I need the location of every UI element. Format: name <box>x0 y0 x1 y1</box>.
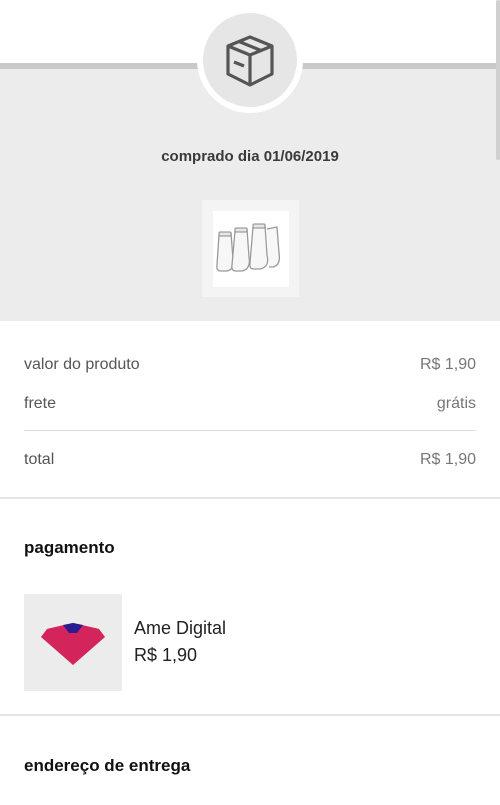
shipping-label: frete <box>24 395 57 412</box>
shipping-row: frete grátis <box>24 395 476 413</box>
product-image[interactable] <box>202 200 299 297</box>
purchase-date: comprado dia 01/06/2019 <box>161 148 339 165</box>
product-value-label: valor do produto <box>24 356 140 373</box>
shipping-value: grátis <box>436 395 476 412</box>
scrollbar[interactable] <box>496 0 500 160</box>
total-label: total <box>24 451 55 468</box>
payment-method-name: Ame Digital <box>134 618 227 638</box>
section-divider <box>0 497 500 499</box>
delivery-section-title: endereço de entrega <box>24 756 191 775</box>
section-divider <box>0 714 500 716</box>
total-value: R$ 1,90 <box>419 451 476 468</box>
payment-amount: R$ 1,90 <box>134 645 198 665</box>
package-box-icon <box>203 13 297 107</box>
payment-section-title: pagamento <box>24 538 115 557</box>
ame-digital-logo-icon <box>24 594 122 691</box>
total-row: total R$ 1,90 <box>24 451 476 469</box>
divider <box>24 430 476 431</box>
product-value-row: valor do produto R$ 1,90 <box>24 356 476 374</box>
socks-icon <box>215 223 280 272</box>
product-value: R$ 1,90 <box>419 356 476 373</box>
